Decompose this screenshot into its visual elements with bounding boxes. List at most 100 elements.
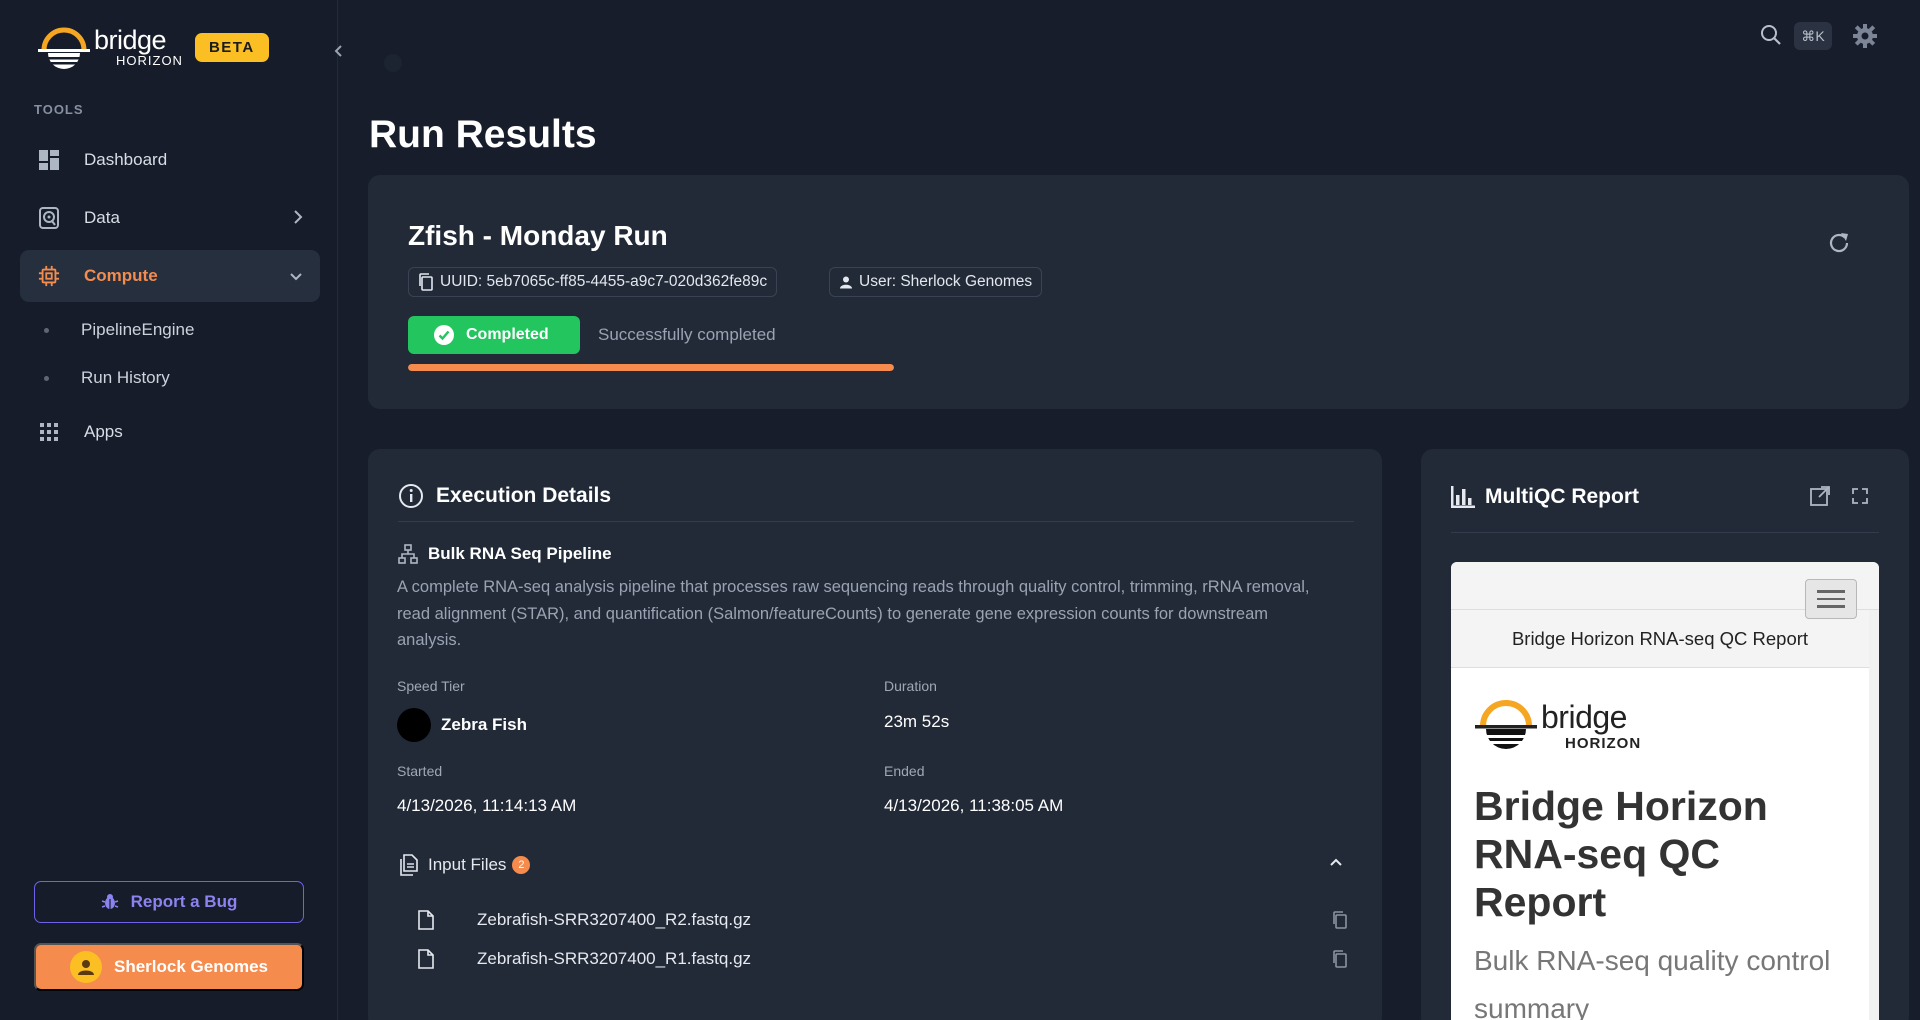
loading-indicator <box>384 54 402 72</box>
user-chip-text: User: Sherlock Genomes <box>859 273 1033 290</box>
pipeline-name: Bulk RNA Seq Pipeline <box>398 544 612 564</box>
apps-grid-icon <box>38 421 60 443</box>
user-chip: User: Sherlock Genomes <box>829 267 1043 297</box>
execution-details-header: Execution Details <box>398 483 611 509</box>
cpu-icon <box>38 265 60 287</box>
execution-details-title: Execution Details <box>436 484 612 507</box>
collapse-sidebar-button[interactable] <box>327 37 351 65</box>
logo-icon <box>1475 700 1537 749</box>
chevron-right-icon <box>292 208 304 231</box>
multiqc-title: MultiQC Report <box>1485 485 1639 508</box>
copy-icon <box>418 273 434 291</box>
open-external-icon[interactable] <box>1809 485 1831 512</box>
report-logo: bridge HORIZON <box>1473 690 1641 762</box>
files-icon <box>398 854 418 876</box>
bar-chart-icon <box>1451 486 1475 508</box>
uuid-text: UUID: 5eb7065c-ff85-4455-a9c7-020d362fe8… <box>440 273 768 290</box>
app-root: bridge HORIZON BETA TOOLS Dashboard Data <box>0 0 1920 1020</box>
input-files-label: Input Files <box>428 855 507 874</box>
dashboard-icon <box>38 149 60 171</box>
uuid-chip[interactable]: UUID: 5eb7065c-ff85-4455-a9c7-020d362fe8… <box>408 267 778 297</box>
execution-details-card: Execution Details Bulk RNA Seq Pipeline … <box>368 449 1382 1020</box>
input-files-header[interactable]: Input Files 2 <box>398 854 1358 876</box>
speed-tier-value: Zebra Fish <box>397 708 527 742</box>
brand-name: bridge <box>94 25 167 55</box>
divider <box>1451 532 1879 533</box>
file-row: Zebrafish-SRR3207400_R2.fastq.gz <box>418 905 1348 935</box>
check-circle-icon <box>434 325 454 345</box>
hamburger-menu-button[interactable] <box>1805 579 1857 619</box>
database-icon <box>38 207 60 229</box>
report-logo-wordmark: bridge HORIZON <box>1541 701 1641 752</box>
sidebar-item-label: Data <box>84 208 120 227</box>
sidebar-item-label: Compute <box>84 266 158 285</box>
bullet-dot <box>44 375 49 381</box>
brand-subname: HORIZON <box>116 53 183 68</box>
page-title: Run Results <box>369 113 597 156</box>
chevron-left-icon <box>334 45 342 57</box>
brand-logo[interactable]: bridge HORIZON BETA <box>36 22 269 72</box>
input-files-count-badge: 2 <box>512 856 531 874</box>
refresh-icon[interactable] <box>1827 231 1853 257</box>
gear-icon[interactable] <box>1852 23 1878 49</box>
report-frame-header: Bridge Horizon RNA-seq QC Report <box>1451 610 1869 668</box>
report-bug-label: Report a Bug <box>130 892 238 911</box>
run-progress-bar <box>408 364 894 371</box>
multiqc-header: MultiQC Report <box>1451 485 1639 509</box>
report-bug-button[interactable]: Report a Bug <box>34 881 304 923</box>
status-badge: Completed <box>408 316 580 354</box>
pipeline-name-text: Bulk RNA Seq Pipeline <box>428 544 612 563</box>
user-icon <box>77 960 94 975</box>
logo-icon <box>36 22 92 72</box>
chevron-up-icon[interactable] <box>1328 856 1344 868</box>
run-summary-card: Zfish - Monday Run UUID: 5eb7065c-ff85-4… <box>368 175 1909 409</box>
multiqc-report-frame[interactable]: Bridge Horizon RNA-seq QC Report bridge … <box>1451 562 1879 1020</box>
bug-icon <box>101 893 119 911</box>
user-name: Sherlock Genomes <box>113 957 268 976</box>
multiqc-toolbar <box>1809 485 1871 512</box>
report-scrollbar[interactable] <box>1869 610 1879 1020</box>
sidebar-item-dashboard[interactable]: Dashboard <box>20 134 320 186</box>
ended-value: 4/13/2026, 11:38:05 AM <box>884 796 1064 815</box>
sidebar: bridge HORIZON BETA TOOLS Dashboard Data <box>0 0 338 1020</box>
run-title: Zfish - Monday Run <box>408 220 668 251</box>
sidebar-subitem-label: PipelineEngine <box>81 320 195 339</box>
divider <box>398 521 1354 522</box>
copy-icon[interactable] <box>1332 950 1348 968</box>
speed-tier-label: Speed Tier <box>397 678 465 694</box>
sidebar-subitem-label: Run History <box>81 368 170 387</box>
brand-wordmark: bridge HORIZON <box>94 25 183 68</box>
file-icon <box>418 949 440 969</box>
sidebar-subitem-pipelineengine[interactable]: PipelineEngine <box>44 320 194 340</box>
user-icon <box>839 275 853 289</box>
zebra-fish-icon <box>397 708 431 742</box>
run-progress-fill <box>408 364 894 371</box>
file-name: Zebrafish-SRR3207400_R1.fastq.gz <box>477 949 752 968</box>
ended-label: Ended <box>884 763 925 779</box>
multiqc-report-card: MultiQC Report Bridge Horizon RNA-seq QC… <box>1421 449 1909 1020</box>
file-icon <box>418 910 440 930</box>
report-subtitle: Bulk RNA-seq quality control summary <box>1474 945 1831 1020</box>
started-label: Started <box>397 763 443 779</box>
file-row: Zebrafish-SRR3207400_R1.fastq.gz <box>418 944 1348 974</box>
avatar <box>69 951 102 983</box>
sidebar-item-compute[interactable]: Compute <box>20 250 320 302</box>
copy-icon[interactable] <box>1332 911 1348 929</box>
hierarchy-icon <box>398 544 418 564</box>
bullet-dot <box>44 327 49 333</box>
sidebar-subitem-run-history[interactable]: Run History <box>44 368 170 388</box>
search-icon[interactable] <box>1760 24 1784 48</box>
sidebar-item-apps[interactable]: Apps <box>20 406 320 458</box>
duration-value: 23m 52s <box>884 712 950 731</box>
command-shortcut-badge[interactable]: ⌘K <box>1794 22 1832 50</box>
sidebar-item-data[interactable]: Data <box>20 192 320 244</box>
user-menu-button[interactable]: Sherlock Genomes <box>34 943 304 991</box>
chevron-down-icon <box>288 268 304 288</box>
sidebar-section-label: TOOLS <box>34 102 84 117</box>
status-label: Completed <box>466 326 549 343</box>
status-description: Successfully completed <box>598 325 776 344</box>
fullscreen-icon[interactable] <box>1849 485 1871 512</box>
report-logo-name: bridge <box>1541 698 1627 735</box>
duration-label: Duration <box>884 678 937 694</box>
started-value: 4/13/2026, 11:14:13 AM <box>397 796 577 815</box>
